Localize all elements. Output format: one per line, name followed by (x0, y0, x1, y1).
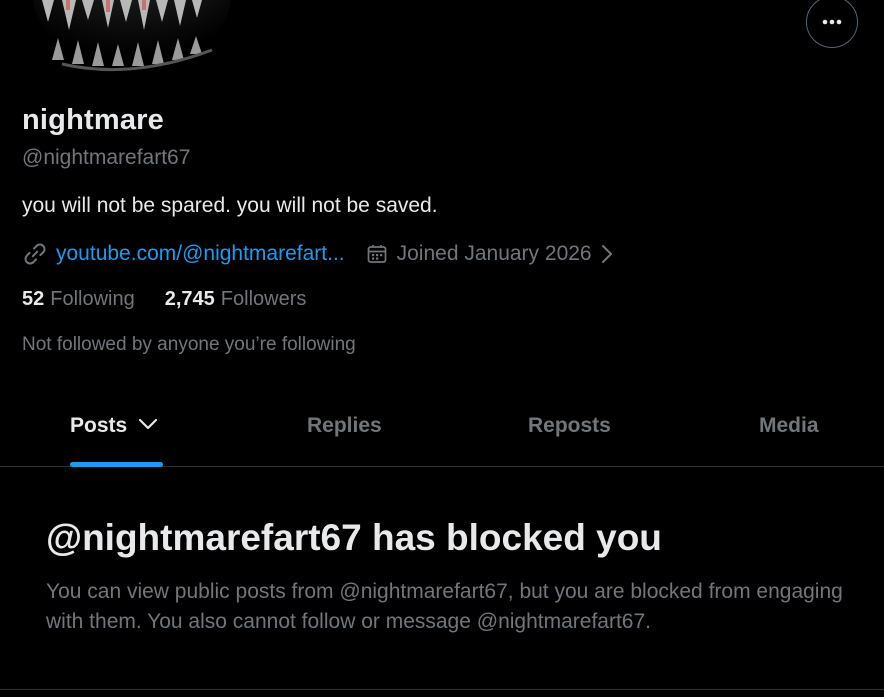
profile-tabs: Posts Replies Reposts Media (0, 400, 884, 467)
bio: you will not be spared. you will not be … (22, 194, 438, 217)
tab-replies[interactable]: Replies (307, 414, 382, 467)
more-options-button[interactable] (806, 0, 858, 48)
tab-media[interactable]: Media (759, 414, 819, 467)
avatar-image (32, 0, 232, 72)
tab-reposts-label: Reposts (528, 414, 611, 437)
blocked-message: You can view public posts from @nightmar… (46, 580, 843, 633)
following-link[interactable]: 52 Following (22, 288, 135, 311)
tab-media-label: Media (759, 414, 819, 437)
profile-meta: youtube.com/@nightmarefart... Joined Jan… (22, 240, 614, 268)
user-handle: @nightmarefart67 (22, 146, 191, 169)
followers-link[interactable]: 2,745 Followers (165, 288, 307, 311)
display-name: nightmare (22, 104, 164, 136)
tab-reposts[interactable]: Reposts (528, 414, 611, 467)
avatar[interactable] (22, 0, 242, 75)
link-icon (24, 243, 46, 265)
follow-stats: 52 Following 2,745 Followers (22, 288, 306, 311)
following-label: Following (50, 288, 135, 310)
joined-date: Joined January 2026 (365, 242, 592, 266)
profile-link[interactable]: youtube.com/@nightmarefart... (56, 242, 345, 266)
followers-label: Followers (220, 288, 307, 310)
tab-posts-label: Posts (70, 414, 128, 437)
following-count: 52 (22, 288, 45, 310)
not-followed-note: Not followed by anyone you’re following (22, 334, 356, 355)
divider (0, 689, 884, 690)
blocked-title: @nightmarefart67 has blocked you (46, 517, 662, 558)
chevron-right-icon (601, 245, 612, 263)
more-horizontal-icon (822, 19, 842, 25)
tab-replies-label: Replies (307, 414, 382, 437)
calendar-icon (367, 245, 386, 263)
joined-details-button[interactable] (600, 243, 614, 265)
joined-label: Joined January 2026 (396, 242, 592, 265)
active-tab-indicator (70, 462, 163, 467)
chevron-down-icon (138, 418, 158, 430)
tab-posts[interactable]: Posts (70, 414, 163, 467)
followers-count: 2,745 (164, 288, 215, 310)
